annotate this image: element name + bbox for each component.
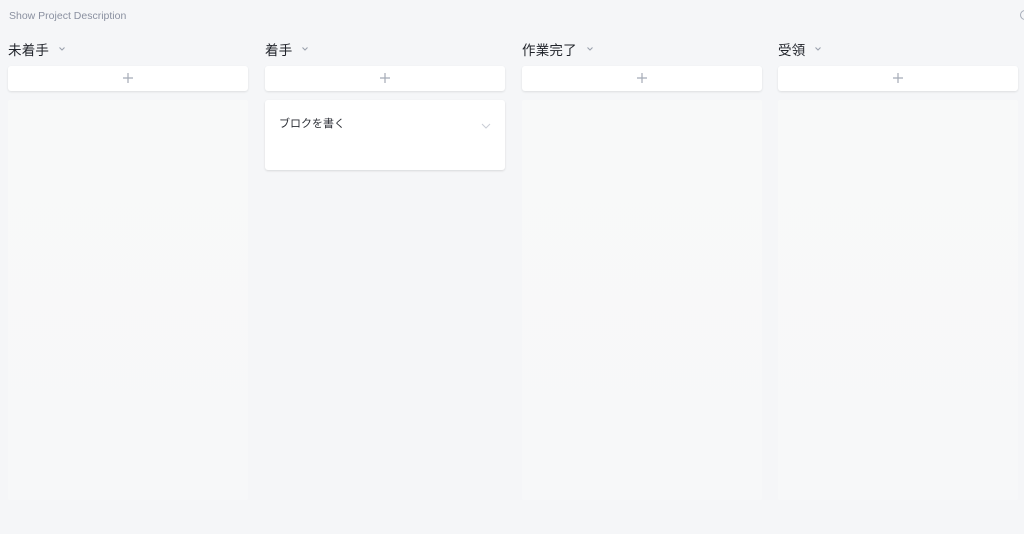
column-accepted: 受領 bbox=[778, 34, 1018, 500]
plus-icon bbox=[892, 69, 904, 88]
column-not-started: 未着手 bbox=[8, 34, 248, 500]
chevron-down-icon[interactable] bbox=[480, 116, 492, 129]
column-header: 未着手 bbox=[8, 39, 69, 59]
add-card-button[interactable] bbox=[8, 66, 248, 91]
column-lane bbox=[778, 100, 1018, 500]
column-lane bbox=[8, 100, 248, 500]
column-header: 着手 bbox=[265, 39, 312, 59]
add-card-button[interactable] bbox=[778, 66, 1018, 91]
column-in-progress: 着手 ブロクを書く bbox=[265, 34, 505, 500]
column-header: 作業完了 bbox=[522, 39, 597, 59]
top-bar: Show Project Description bbox=[0, 0, 1024, 34]
plus-icon bbox=[122, 69, 134, 88]
column-lane bbox=[522, 100, 762, 500]
circle-icon[interactable] bbox=[1020, 10, 1024, 20]
column-title: 作業完了 bbox=[522, 43, 577, 59]
column-title: 受領 bbox=[778, 43, 806, 59]
card-title: ブロクを書く bbox=[279, 117, 345, 130]
column-title: 着手 bbox=[265, 43, 293, 59]
plus-icon bbox=[636, 69, 648, 88]
kanban-board: 未着手 着手 ブロクを書く 作業完了 受領 bbox=[0, 34, 1024, 534]
add-card-button[interactable] bbox=[265, 66, 505, 91]
chevron-down-icon[interactable] bbox=[298, 42, 312, 56]
add-card-button[interactable] bbox=[522, 66, 762, 91]
chevron-down-icon[interactable] bbox=[811, 42, 825, 56]
plus-icon bbox=[379, 69, 391, 88]
task-card[interactable]: ブロクを書く bbox=[265, 100, 505, 170]
show-project-description-link[interactable]: Show Project Description bbox=[9, 10, 126, 22]
column-work-done: 作業完了 bbox=[522, 34, 762, 500]
column-title: 未着手 bbox=[8, 43, 50, 59]
chevron-down-icon[interactable] bbox=[55, 42, 69, 56]
column-header: 受領 bbox=[778, 39, 825, 59]
chevron-down-icon[interactable] bbox=[583, 42, 597, 56]
